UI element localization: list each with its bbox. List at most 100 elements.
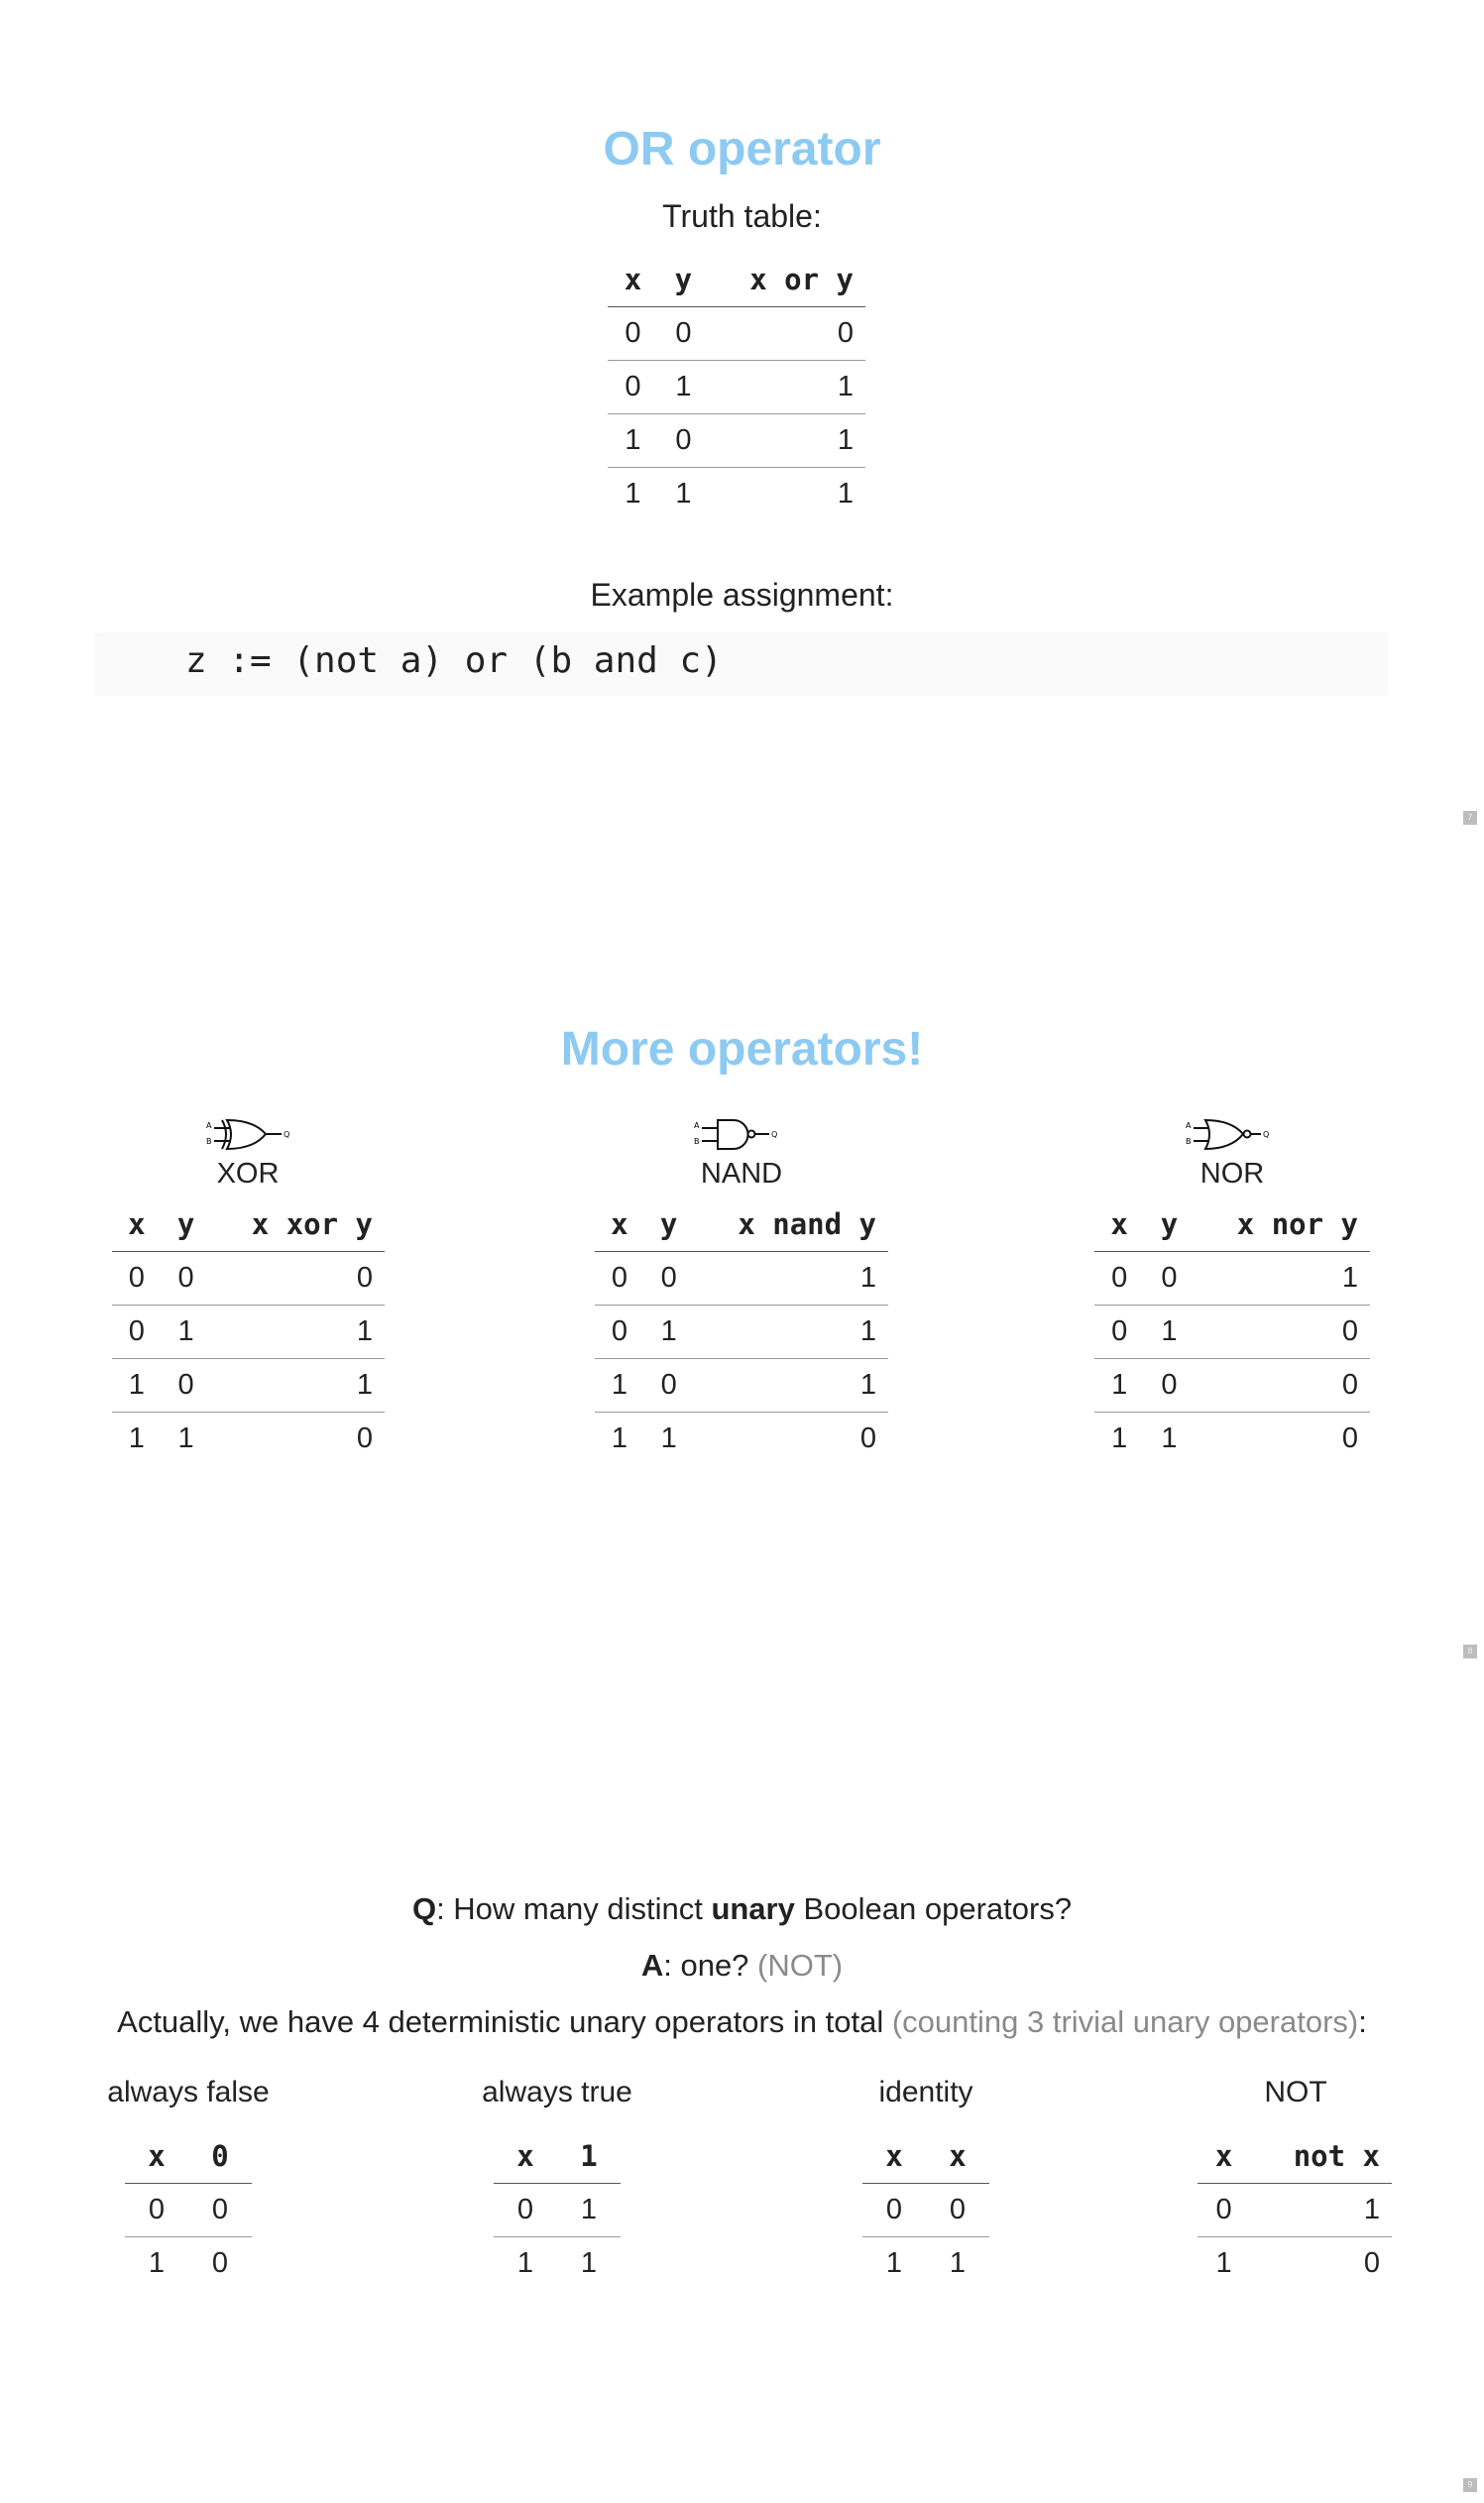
header-x-nand-y: x nand y: [693, 1197, 888, 1252]
header-x: x: [862, 2129, 926, 2184]
cell: 1: [708, 360, 865, 414]
table-row: 11: [862, 2237, 989, 2291]
answer-line: A: one? (NOT): [0, 1948, 1484, 1984]
table-row: 00: [125, 2183, 252, 2237]
pin-a-label: A: [206, 1121, 212, 1130]
always-false-table: x0 00 10: [125, 2129, 252, 2290]
cell: 0: [494, 2183, 557, 2237]
header-x: x: [595, 1197, 644, 1252]
header-x: x: [608, 253, 658, 307]
cell: 1: [660, 1422, 677, 1454]
cell: 0: [859, 1422, 876, 1454]
cell: 1: [657, 360, 709, 414]
xor-gate-icon: A B Q: [206, 1118, 289, 1151]
cell: 1: [885, 2247, 903, 2279]
cell: 1: [693, 1358, 888, 1413]
table-row: 1 1 1: [608, 468, 865, 521]
or-truth-table: x y x or y 0 0 0 0 1 1 1 0 1 1 1 1: [608, 253, 865, 520]
question-bold: unary: [711, 1891, 795, 1926]
table-row: 110: [112, 1413, 385, 1466]
table-row: 010: [1094, 1305, 1370, 1359]
code-line: z := (not a) or (b and c): [185, 640, 723, 681]
page-number: 9: [1463, 2478, 1477, 2492]
example-assignment-label: Example assignment:: [590, 577, 894, 613]
table-row: 00: [862, 2183, 989, 2237]
cell: 1: [580, 2247, 598, 2279]
table-row: 101: [112, 1358, 385, 1413]
table-row: 001: [1094, 1251, 1370, 1306]
cell: 0: [657, 413, 709, 468]
cell: 0: [161, 1358, 211, 1413]
cell: 1: [608, 413, 658, 468]
cell: 1: [1111, 1422, 1128, 1454]
always-true-table: x1 01 11: [494, 2129, 621, 2290]
cell: 0: [210, 1251, 385, 1306]
cell: 0: [608, 360, 658, 414]
nand-truth-table: x y x nand y 001 011 101 110: [595, 1197, 888, 1465]
actually-colon: :: [1358, 2004, 1367, 2039]
cell: 1: [161, 1305, 211, 1359]
header-x: x: [494, 2129, 557, 2184]
table-row: 11: [494, 2237, 621, 2291]
cell: 0: [356, 1422, 373, 1454]
cell: 1: [210, 1305, 385, 1359]
not-table: x not x 01 10: [1198, 2129, 1392, 2290]
table-row: 001: [595, 1251, 888, 1306]
pin-a-label: A: [1186, 1121, 1192, 1130]
header-x: x: [1094, 1197, 1145, 1252]
cell: 0: [1198, 2183, 1251, 2237]
cell: 1: [708, 413, 865, 468]
cell: 0: [1144, 1358, 1195, 1413]
cell: 0: [161, 1251, 211, 1306]
table-row: 0 1 1: [608, 360, 865, 414]
header-result: x: [926, 2129, 989, 2184]
table-row: 10: [1198, 2237, 1392, 2291]
cell: 0: [188, 2183, 252, 2237]
table-row: 0 0 0: [608, 306, 865, 361]
header-y: y: [657, 253, 709, 307]
header-y: y: [161, 1197, 211, 1252]
header-result: 1: [557, 2129, 621, 2184]
cell: 0: [1363, 2247, 1380, 2279]
cell: 0: [657, 306, 709, 361]
table-row: 011: [595, 1305, 888, 1359]
table-row: 1 0 1: [608, 413, 865, 468]
answer-prefix: A: [640, 1948, 664, 1983]
answer-grey: (NOT): [757, 1948, 844, 1983]
table-row: 10: [125, 2237, 252, 2291]
cell: 1: [595, 1358, 644, 1413]
cell: 1: [557, 2183, 621, 2237]
header-x: x: [112, 1197, 162, 1252]
identity-table: xx 00 11: [862, 2129, 989, 2290]
question-line: Q: How many distinct unary Boolean opera…: [0, 1891, 1484, 1927]
cell: 1: [128, 1422, 145, 1454]
nor-gate-icon: A B Q: [1186, 1118, 1269, 1151]
unary-label-always-true: always true: [482, 2076, 632, 2108]
header-y: y: [643, 1197, 694, 1252]
cell: 1: [1161, 1422, 1178, 1454]
cell: 0: [1094, 1251, 1145, 1306]
question-text-1: : How many distinct: [436, 1891, 712, 1926]
cell: 1: [837, 478, 854, 510]
cell: 0: [1194, 1358, 1370, 1413]
cell: 1: [693, 1305, 888, 1359]
header-x-nor-y: x nor y: [1194, 1197, 1370, 1252]
cell: 1: [148, 2247, 166, 2279]
table-row: 101: [595, 1358, 888, 1413]
unary-label-not: NOT: [1264, 2076, 1327, 2108]
cell: 1: [1094, 1358, 1145, 1413]
table-row: 110: [1094, 1413, 1370, 1466]
table-row: 110: [595, 1413, 888, 1466]
header-y: y: [1144, 1197, 1195, 1252]
page-number: 7: [1463, 811, 1477, 825]
pin-b-label: B: [206, 1137, 212, 1146]
question-prefix: Q: [411, 1891, 437, 1926]
cell: 1: [949, 2247, 967, 2279]
cell: 1: [675, 478, 692, 510]
pin-b-label: B: [1186, 1137, 1192, 1146]
nor-truth-table: x y x nor y 001 010 100 110: [1094, 1197, 1370, 1465]
question-text-2: Boolean operators?: [794, 1891, 1073, 1926]
pin-q-label: Q: [771, 1130, 777, 1139]
cell: 0: [926, 2183, 989, 2237]
gate-label-nor: NOR: [1199, 1158, 1265, 1190]
